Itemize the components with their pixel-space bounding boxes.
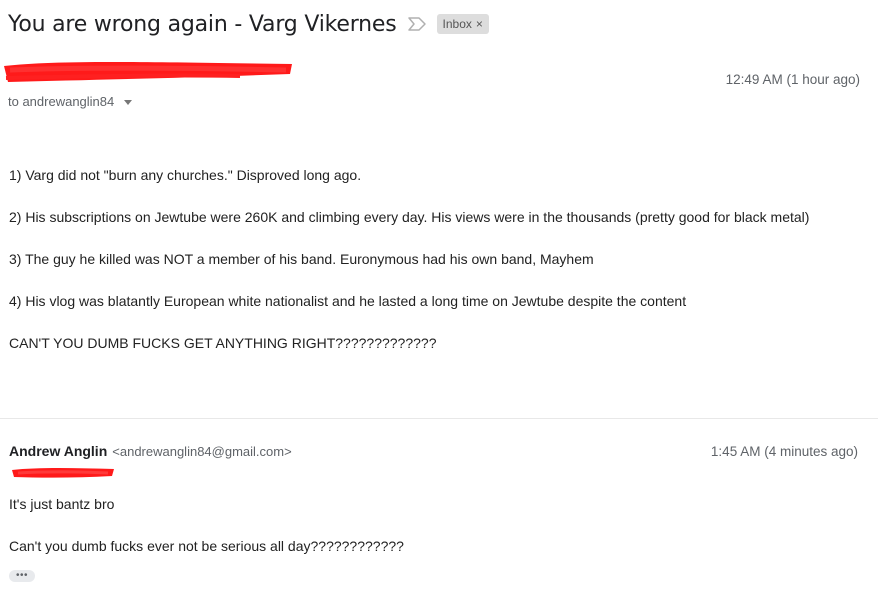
- important-marker-icon[interactable]: [407, 16, 429, 32]
- body-paragraph: 3) The guy he killed was NOT a member of…: [9, 251, 594, 267]
- sender-email: <andrewanglin84@gmail.com>: [112, 444, 292, 459]
- inbox-label-chip: Inbox ×: [436, 14, 489, 34]
- body-paragraph: CAN'T YOU DUMB FUCKS GET ANYTHING RIGHT?…: [9, 335, 437, 351]
- message-timestamp: 1:45 AM (4 minutes ago): [710, 444, 858, 459]
- body-paragraph: Can't you dumb fucks ever not be serious…: [9, 538, 404, 554]
- email-subject: You are wrong again - Varg Vikernes: [8, 11, 397, 37]
- sender-name: Andrew Anglin: [9, 443, 108, 459]
- subject-row: You are wrong again - Varg Vikernes Inbo…: [8, 8, 489, 40]
- message-header[interactable]: to andrewanglin84 12:49 AM (1 hour ago): [4, 62, 860, 110]
- inbox-label-text: Inbox: [442, 17, 472, 31]
- body-paragraph: 1) Varg did not "burn any churches." Dis…: [9, 167, 362, 183]
- remove-label-icon[interactable]: ×: [476, 17, 483, 31]
- show-trimmed-content-button[interactable]: •••: [9, 570, 35, 582]
- message-timestamp: 12:49 AM (1 hour ago): [725, 72, 860, 87]
- redacted-sender: [4, 62, 292, 82]
- redacted-recipient: [12, 468, 114, 478]
- recipient-line[interactable]: to andrewanglin84: [8, 94, 133, 109]
- sender-line[interactable]: Andrew Anglin <andrewanglin84@gmail.com>: [9, 443, 292, 459]
- message-divider: [0, 418, 878, 419]
- chevron-down-icon[interactable]: [124, 99, 133, 105]
- recipient-text: to andrewanglin84: [8, 94, 115, 109]
- body-paragraph: It's just bantz bro: [9, 496, 115, 512]
- body-paragraph: 2) His subscriptions on Jewtube were 260…: [9, 209, 810, 225]
- body-paragraph: 4) His vlog was blatantly European white…: [9, 293, 687, 309]
